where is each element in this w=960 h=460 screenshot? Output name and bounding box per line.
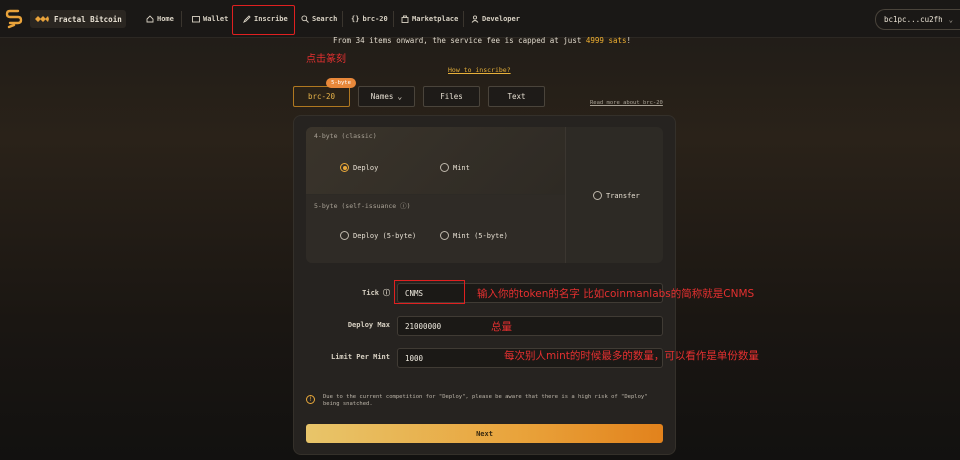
warning-text: Due to the current competition for "Depl…	[323, 394, 648, 407]
annotation-total-hint: 总量	[491, 321, 512, 333]
annotation-tick-hint: 输入你的token的名字 比如coinmanlabs的简称就是CNMS	[477, 288, 755, 300]
operation-options: 4-byte (classic) Deploy Mint 5-byte (sel…	[306, 127, 663, 263]
radio-mint-label: Mint	[453, 163, 470, 172]
nav-developer[interactable]: Developer	[471, 12, 520, 26]
braces-icon: {}	[351, 15, 360, 23]
deploy-warning: ! Due to the current competition for "De…	[306, 394, 663, 408]
nav-wallet[interactable]: Wallet	[192, 12, 228, 26]
radio-deploy-5byte[interactable]: Deploy (5-byte)	[340, 231, 416, 240]
tick-label: Tick ⓘ	[300, 288, 390, 298]
radio-deploy-label: Deploy	[353, 163, 379, 172]
self-issuance-title: 5-byte (self-issuance ⓘ)	[314, 202, 411, 210]
annotation-box-inscribe	[232, 5, 295, 35]
limit-per-mint-value: 1000	[405, 353, 424, 363]
nav-home[interactable]: Home	[146, 12, 174, 26]
nav-developer-label: Developer	[482, 15, 520, 23]
wallet-address: bc1pc...cu2fh	[884, 15, 943, 24]
radio-deploy-5byte-label: Deploy (5-byte)	[353, 231, 417, 240]
info-icon[interactable]: ⓘ	[383, 288, 390, 298]
top-bar: Fractal Bitcoin Home Wallet Inscribe Sea…	[0, 0, 960, 38]
deploy-max-input[interactable]: 21000000	[397, 316, 663, 336]
type-names-button[interactable]: Names ⌄	[358, 86, 415, 107]
radio-unchecked-icon	[440, 163, 449, 172]
nav-home-label: Home	[157, 15, 174, 23]
deploy-max-label: Deploy Max	[347, 321, 390, 329]
classic-title: 4-byte (classic)	[314, 132, 377, 140]
five-byte-badge: 5-byte	[326, 78, 356, 88]
chevron-down-icon: ⌄	[397, 92, 403, 101]
nav-wallet-label: Wallet	[203, 15, 229, 23]
nav-marketplace[interactable]: Marketplace	[401, 12, 458, 26]
read-more-link[interactable]: Read more about brc-20	[590, 100, 663, 106]
type-files-label: Files	[440, 92, 463, 101]
radio-transfer-label: Transfer	[606, 191, 640, 200]
radio-mint[interactable]: Mint	[440, 163, 470, 172]
person-icon	[471, 15, 479, 23]
radio-deploy[interactable]: Deploy	[340, 163, 378, 172]
brand-label: Fractal Bitcoin	[54, 14, 122, 24]
nav-search-label: Search	[312, 15, 338, 23]
fractal-logo-icon	[35, 16, 49, 22]
nav-brc20[interactable]: {} brc-20	[351, 12, 388, 26]
fee-prefix: From 34 items onward, the service fee is…	[333, 36, 586, 45]
annotation-box-tick	[394, 280, 465, 304]
annotation-click-inscribe: 点击篆刻	[306, 54, 346, 65]
bag-icon	[401, 15, 409, 23]
radio-unchecked-icon	[593, 191, 602, 200]
annotation-limit-hint: 每次别人mint的时候最多的数量，可以看作是单份数量	[504, 350, 759, 362]
type-names-label: Names	[370, 92, 394, 101]
warning-icon: !	[306, 395, 315, 404]
tick-label-text: Tick	[362, 289, 379, 297]
logo-icon[interactable]	[5, 9, 23, 29]
limit-per-mint-label: Limit Per Mint	[330, 353, 390, 361]
nav-marketplace-label: Marketplace	[412, 15, 459, 23]
wallet-icon	[192, 16, 200, 23]
type-brc20-button[interactable]: brc-20	[293, 86, 350, 107]
home-icon	[146, 15, 154, 23]
type-files-button[interactable]: Files	[423, 86, 480, 107]
type-text-label: Text	[507, 92, 526, 101]
network-brand[interactable]: Fractal Bitcoin	[30, 10, 126, 28]
radio-checked-icon	[340, 163, 349, 172]
wallet-address-button[interactable]: bc1pc...cu2fh ⌄	[875, 9, 960, 30]
type-text-button[interactable]: Text	[488, 86, 545, 107]
fee-suffix: !	[626, 36, 632, 45]
deploy-max-value: 21000000	[405, 321, 442, 331]
radio-transfer[interactable]: Transfer	[593, 191, 640, 200]
nav-search[interactable]: Search	[301, 12, 337, 26]
type-brc20-label: brc-20	[307, 92, 336, 101]
fee-notice: From 34 items onward, the service fee is…	[333, 36, 631, 45]
radio-unchecked-icon	[340, 231, 349, 240]
nav-brc20-label: brc-20	[362, 15, 388, 23]
chevron-down-icon: ⌄	[948, 15, 953, 24]
fee-highlight: 4999 sats	[585, 36, 627, 45]
search-icon	[301, 15, 309, 23]
how-to-inscribe-link[interactable]: How to inscribe?	[448, 66, 511, 74]
radio-mint-5byte-label: Mint (5-byte)	[453, 231, 508, 240]
radio-mint-5byte[interactable]: Mint (5-byte)	[440, 231, 508, 240]
next-button[interactable]: Next	[306, 424, 663, 443]
radio-unchecked-icon	[440, 231, 449, 240]
